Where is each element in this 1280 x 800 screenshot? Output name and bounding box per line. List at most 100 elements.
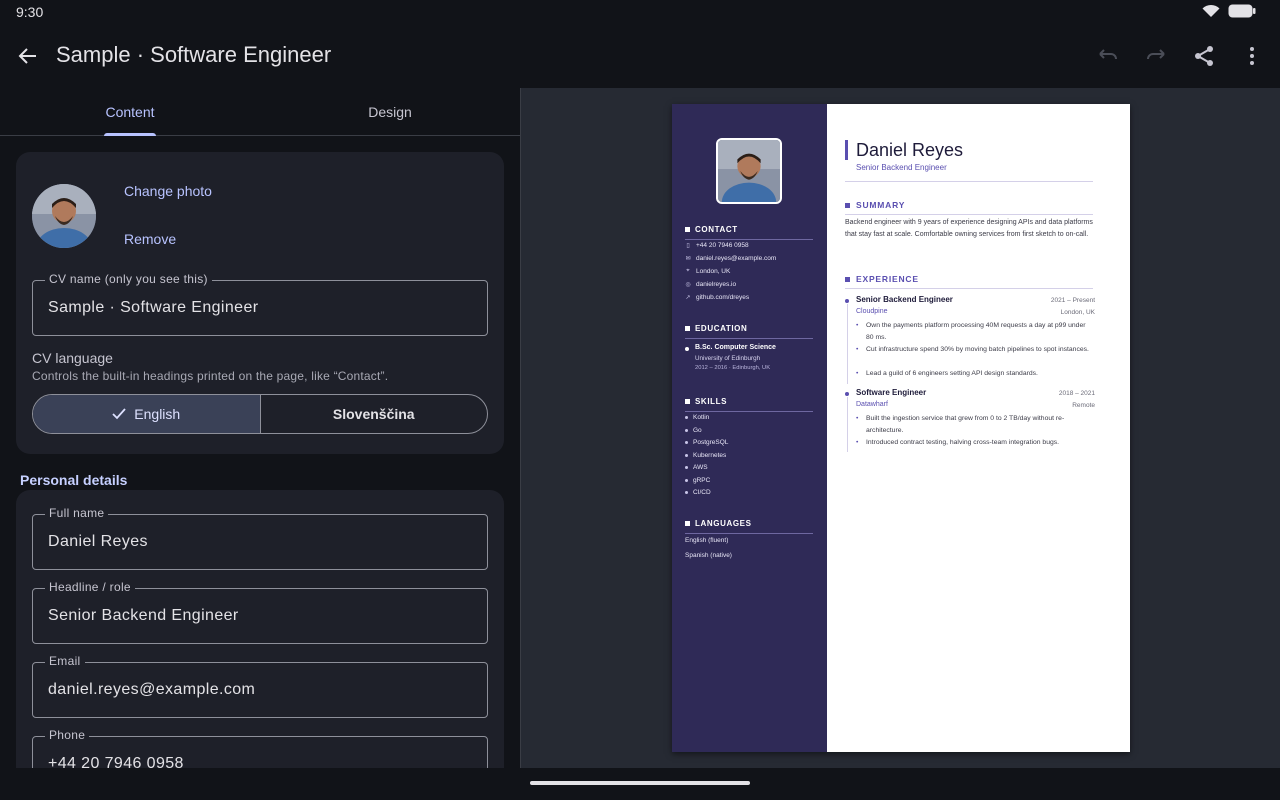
language-item: English (fluent) [685,537,729,544]
cv-language-toggle: English Slovenščina [32,394,488,434]
education-dates: 2012 – 2016 · Edinburgh, UK [695,365,771,371]
job-company: Cloudpine [856,308,888,315]
divider [685,533,813,534]
cv-sidebar: CONTACT ▯ +44 20 7946 0958 ✉ daniel.reyes@… [672,104,827,752]
wifi-icon [1202,4,1220,17]
contact-phone: ▯ +44 20 7946 0958 [686,242,749,249]
home-indicator[interactable] [530,781,750,785]
field-value: Senior Backend Engineer [48,607,239,624]
undo-icon [1099,49,1117,60]
field-label: Headline / role [45,580,135,594]
tab-indicator [104,133,156,136]
language-option-label: English [134,406,181,422]
tab-design[interactable]: Design [260,88,520,136]
contact-location: ⌖ London, UK [686,268,731,275]
language-option-label: Slovenščina [332,406,415,422]
job-timeline [847,304,848,384]
contact-email: ✉ daniel.reyes@example.com [685,255,777,262]
divider [685,338,813,339]
status-bar: 9:30 [0,0,1280,24]
tab-bar: Content Design [0,88,520,136]
editor-pane: Content Design Change photo Remove CV na… [0,88,520,768]
phone-field[interactable]: Phone +44 20 7946 0958 [32,728,488,768]
summary-text: Backend engineer with 9 years of experie… [845,219,1093,238]
skill-item: AWS [685,464,708,471]
back-button[interactable] [12,32,44,80]
name-accent-bar [845,140,848,160]
job-dot [845,299,849,303]
field-value: daniel.reyes@example.com [48,681,256,698]
tab-content[interactable]: Content [0,88,260,136]
job-bullet: Built the ingestion service that grew fr… [856,413,1092,437]
job-bullet: Own the payments platform processing 40M… [856,320,1092,344]
top-app-bar: Sample · Software Engineer [0,24,1280,88]
share-icon [1195,46,1213,66]
skill-item: Kubernetes [685,452,726,459]
avatar [32,184,96,248]
change-photo-button[interactable]: Change photo [124,183,212,199]
cv-name-field[interactable]: CV name (only you see this) Sample · Sof… [32,272,488,336]
check-icon [112,408,126,420]
link-icon: ↗ [685,295,691,301]
divider [845,181,1093,182]
personal-details-card: Full name Daniel Reyes Headline / role S… [16,490,504,768]
remove-photo-button[interactable]: Remove [124,231,176,247]
contact-github: ↗ github.com/dreyes [685,294,750,301]
field-value: Daniel Reyes [48,533,148,550]
share-button[interactable] [1180,32,1228,80]
portrait-image [718,140,780,202]
job-dates: 2021 – Present [1050,297,1095,304]
skill-item: Kotlin [685,414,709,421]
job-location: Remote [1072,402,1095,409]
email-field[interactable]: Email daniel.reyes@example.com [32,654,488,718]
photo-card: Change photo Remove CV name (only you se… [16,152,504,454]
full-name-field[interactable]: Full name Daniel Reyes [32,506,488,570]
headline-field[interactable]: Headline / role Senior Backend Engineer [32,580,488,644]
field-label: Full name [45,506,109,520]
status-time: 9:30 [16,4,44,20]
portrait-image [32,184,96,248]
languages-heading: LANGUAGES [685,519,752,528]
skill-item: PostgreSQL [685,439,728,446]
page-title: Sample · Software Engineer [56,42,332,67]
language-option-english[interactable]: English [33,395,261,433]
cv-name-label: CV name (only you see this) [45,272,212,286]
skills-heading: SKILLS [685,397,727,406]
contact-heading: CONTACT [685,225,738,234]
language-item: Spanish (native) [685,552,732,559]
job-timeline [847,397,848,452]
skill-item: Go [685,427,702,434]
phone-icon: ▯ [686,243,690,249]
language-option-slovenscina[interactable]: Slovenščina [261,395,488,433]
education-heading: EDUCATION [685,324,747,333]
skill-item: CI/CD [685,489,711,496]
status-icons [1202,4,1256,18]
job-bullet: Cut infrastructure spend 30% by moving b… [856,344,1092,356]
job-bullet: Lead a guild of 6 engineers setting API … [856,368,1096,380]
redo-icon [1147,49,1165,60]
education-school: University of Edinburgh [695,355,761,362]
experience-heading: EXPERIENCE [845,274,919,284]
field-value: +44 20 7946 0958 [48,755,184,768]
cv-page[interactable]: CONTACT ▯ +44 20 7946 0958 ✉ daniel.reyes@… [672,104,1130,752]
redo-button[interactable] [1132,32,1180,80]
job-bullet: Introduced contract testing, halving cro… [856,437,1096,449]
globe-icon: ◎ [685,282,691,288]
contact-website: ◎ danielreyes.io [685,281,737,288]
job-dot [845,392,849,396]
skill-item: gRPC [685,477,710,484]
cv-role: Senior Backend Engineer [856,163,947,172]
personal-details-heading: Personal details [20,472,128,488]
education-dot [685,347,689,351]
mail-icon: ✉ [685,256,691,262]
cv-main: Daniel Reyes Senior Backend Engineer SUM… [827,104,1130,752]
more-vert-icon [1250,47,1254,65]
undo-button[interactable] [1084,32,1132,80]
field-label: Phone [45,728,90,742]
divider [685,411,813,412]
divider [685,239,813,240]
more-options-button[interactable] [1228,32,1276,80]
cv-preview-pane: CONTACT ▯ +44 20 7946 0958 ✉ daniel.reyes@… [520,88,1280,768]
arrow-back-icon [18,48,36,64]
cv-language-help: Controls the built-in headings printed o… [32,369,389,383]
